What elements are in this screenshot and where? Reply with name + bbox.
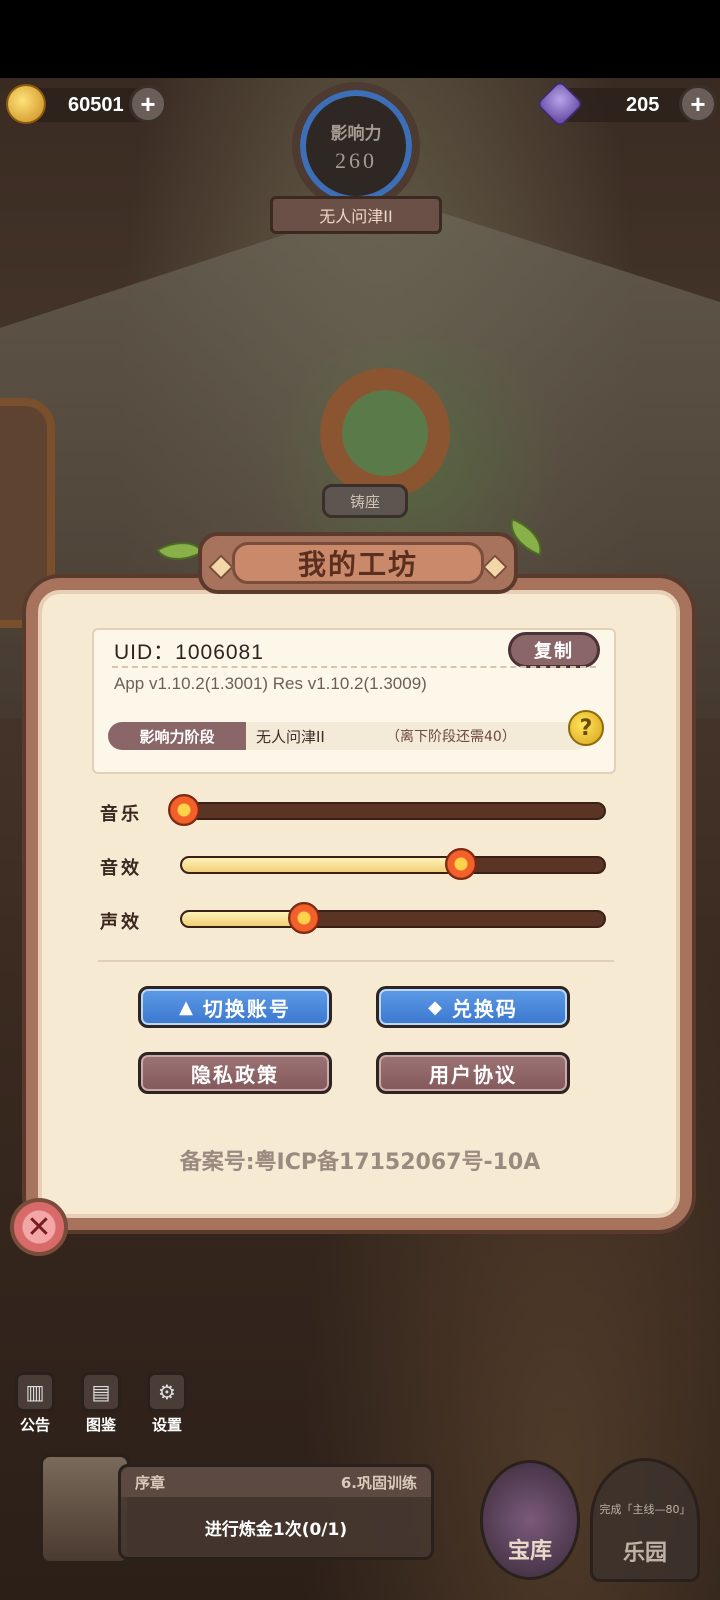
- gem-amount: 205: [626, 93, 660, 116]
- voice-slider-track[interactable]: [180, 910, 606, 928]
- locked-station-tag[interactable]: 铸座: [322, 484, 408, 518]
- coin-amount: 60501: [68, 93, 124, 116]
- coin-counter: 60501 +: [6, 84, 167, 124]
- dashed-divider: [112, 666, 596, 668]
- redeem-code-button[interactable]: ◆ 兑换码: [376, 986, 570, 1028]
- locked-paradise-button[interactable]: 完成「主线—80」 乐园: [590, 1458, 700, 1582]
- dialog-title: 我的工坊: [232, 542, 484, 584]
- influence-value: 260: [335, 147, 377, 173]
- settings-button[interactable]: ⚙ 设置: [142, 1372, 192, 1435]
- quest-panel[interactable]: 序章 6.巩固训练 进行炼金1次(0/1): [118, 1464, 434, 1560]
- sound-effect-slider-knob-flower-icon[interactable]: [445, 848, 478, 880]
- user-agreement-label: 用户协议: [429, 1062, 517, 1087]
- sound-effect-slider-row: 音效: [100, 846, 610, 886]
- rank-ribbon: 无人问津II: [270, 196, 442, 234]
- privacy-policy-label: 隐私政策: [191, 1062, 279, 1087]
- influence-badge[interactable]: 影响力 260: [292, 82, 420, 210]
- close-icon: ✕: [26, 1209, 52, 1245]
- locked-feature-label: 乐园: [622, 1541, 667, 1566]
- voice-label: 声效: [100, 912, 142, 933]
- gem-counter: 205 +: [535, 79, 717, 129]
- gear-icon: ⚙: [147, 1372, 187, 1412]
- diamond-ornament-icon: [482, 554, 508, 580]
- dialog-title-banner: 我的工坊: [198, 532, 518, 594]
- sound-effect-label: 音效: [100, 858, 142, 879]
- voice-slider-knob-flower-icon[interactable]: [287, 902, 320, 934]
- wooden-ring-decoration: [320, 368, 450, 498]
- version-text: App v1.10.2(1.3001) Res v1.10.2(1.3009): [114, 674, 427, 693]
- music-label: 音乐: [100, 804, 142, 825]
- add-gems-button[interactable]: +: [679, 85, 717, 123]
- catalog-button[interactable]: ▤ 图鉴: [76, 1372, 126, 1435]
- redeem-code-label: 兑换码: [451, 996, 518, 1021]
- treasury-button[interactable]: 宝库: [480, 1460, 580, 1580]
- catalog-label: 图鉴: [85, 1416, 116, 1434]
- quest-step: 6.巩固训练: [340, 1473, 417, 1492]
- quest-task: 进行炼金1次(0/1): [204, 1519, 348, 1540]
- close-dialog-button[interactable]: ✕: [10, 1198, 68, 1256]
- notice-label: 公告: [19, 1416, 50, 1434]
- influence-stage-row: 影响力阶段 无人问津II （离下阶段还需40）: [108, 722, 590, 750]
- account-info-card: UID：1006081 复制 App v1.10.2(1.3001) Res v…: [92, 628, 616, 774]
- quest-chapter: 序章: [135, 1473, 166, 1492]
- copy-uid-button[interactable]: 复制: [508, 632, 600, 668]
- witch-hat-icon: ▲: [179, 996, 195, 1018]
- settings-label: 设置: [151, 1416, 182, 1434]
- coin-icon: [6, 84, 46, 124]
- music-slider-track[interactable]: [180, 802, 606, 820]
- ticket-icon: ◆: [428, 996, 444, 1018]
- treasury-label: 宝库: [507, 1539, 552, 1564]
- stage-name: 无人问津II: [256, 728, 325, 746]
- add-coins-button[interactable]: +: [129, 85, 167, 123]
- privacy-policy-button[interactable]: 隐私政策: [138, 1052, 332, 1094]
- rank-title: 无人问津II: [319, 207, 393, 226]
- music-slider-knob-flower-icon[interactable]: [168, 794, 201, 826]
- voice-slider-fill: [182, 912, 305, 926]
- notice-button[interactable]: ▥ 公告: [10, 1372, 60, 1435]
- voice-slider-row: 声效: [100, 900, 610, 940]
- quest-book-icon[interactable]: [40, 1454, 130, 1564]
- influence-label: 影响力: [330, 123, 382, 144]
- diamond-ornament-icon: [208, 554, 234, 580]
- switch-account-button[interactable]: ▲ 切换账号: [138, 986, 332, 1028]
- switch-account-label: 切换账号: [202, 996, 291, 1021]
- question-hint-icon[interactable]: ?: [568, 710, 604, 746]
- stage-label: 影响力阶段: [108, 722, 246, 750]
- music-slider-row: 音乐: [100, 792, 610, 832]
- catalog-book-icon: ▤: [81, 1372, 121, 1412]
- notice-board-icon: ▥: [15, 1372, 55, 1412]
- stage-requirement: （离下阶段还需40）: [386, 729, 516, 745]
- icp-record-number: 备案号:粤ICP备17152067号-10A: [179, 1150, 541, 1175]
- user-agreement-button[interactable]: 用户协议: [376, 1052, 570, 1094]
- uid-text: UID：1006081: [114, 641, 264, 664]
- locked-station-label: 铸座: [349, 492, 380, 511]
- section-divider: [98, 960, 614, 962]
- bottom-menu-icons: ▥ 公告 ▤ 图鉴 ⚙ 设置: [10, 1372, 192, 1435]
- sound-effect-slider-fill: [182, 858, 461, 872]
- sound-effect-slider-track[interactable]: [180, 856, 606, 874]
- locked-feature-hint: 完成「主线—80」: [599, 1503, 691, 1516]
